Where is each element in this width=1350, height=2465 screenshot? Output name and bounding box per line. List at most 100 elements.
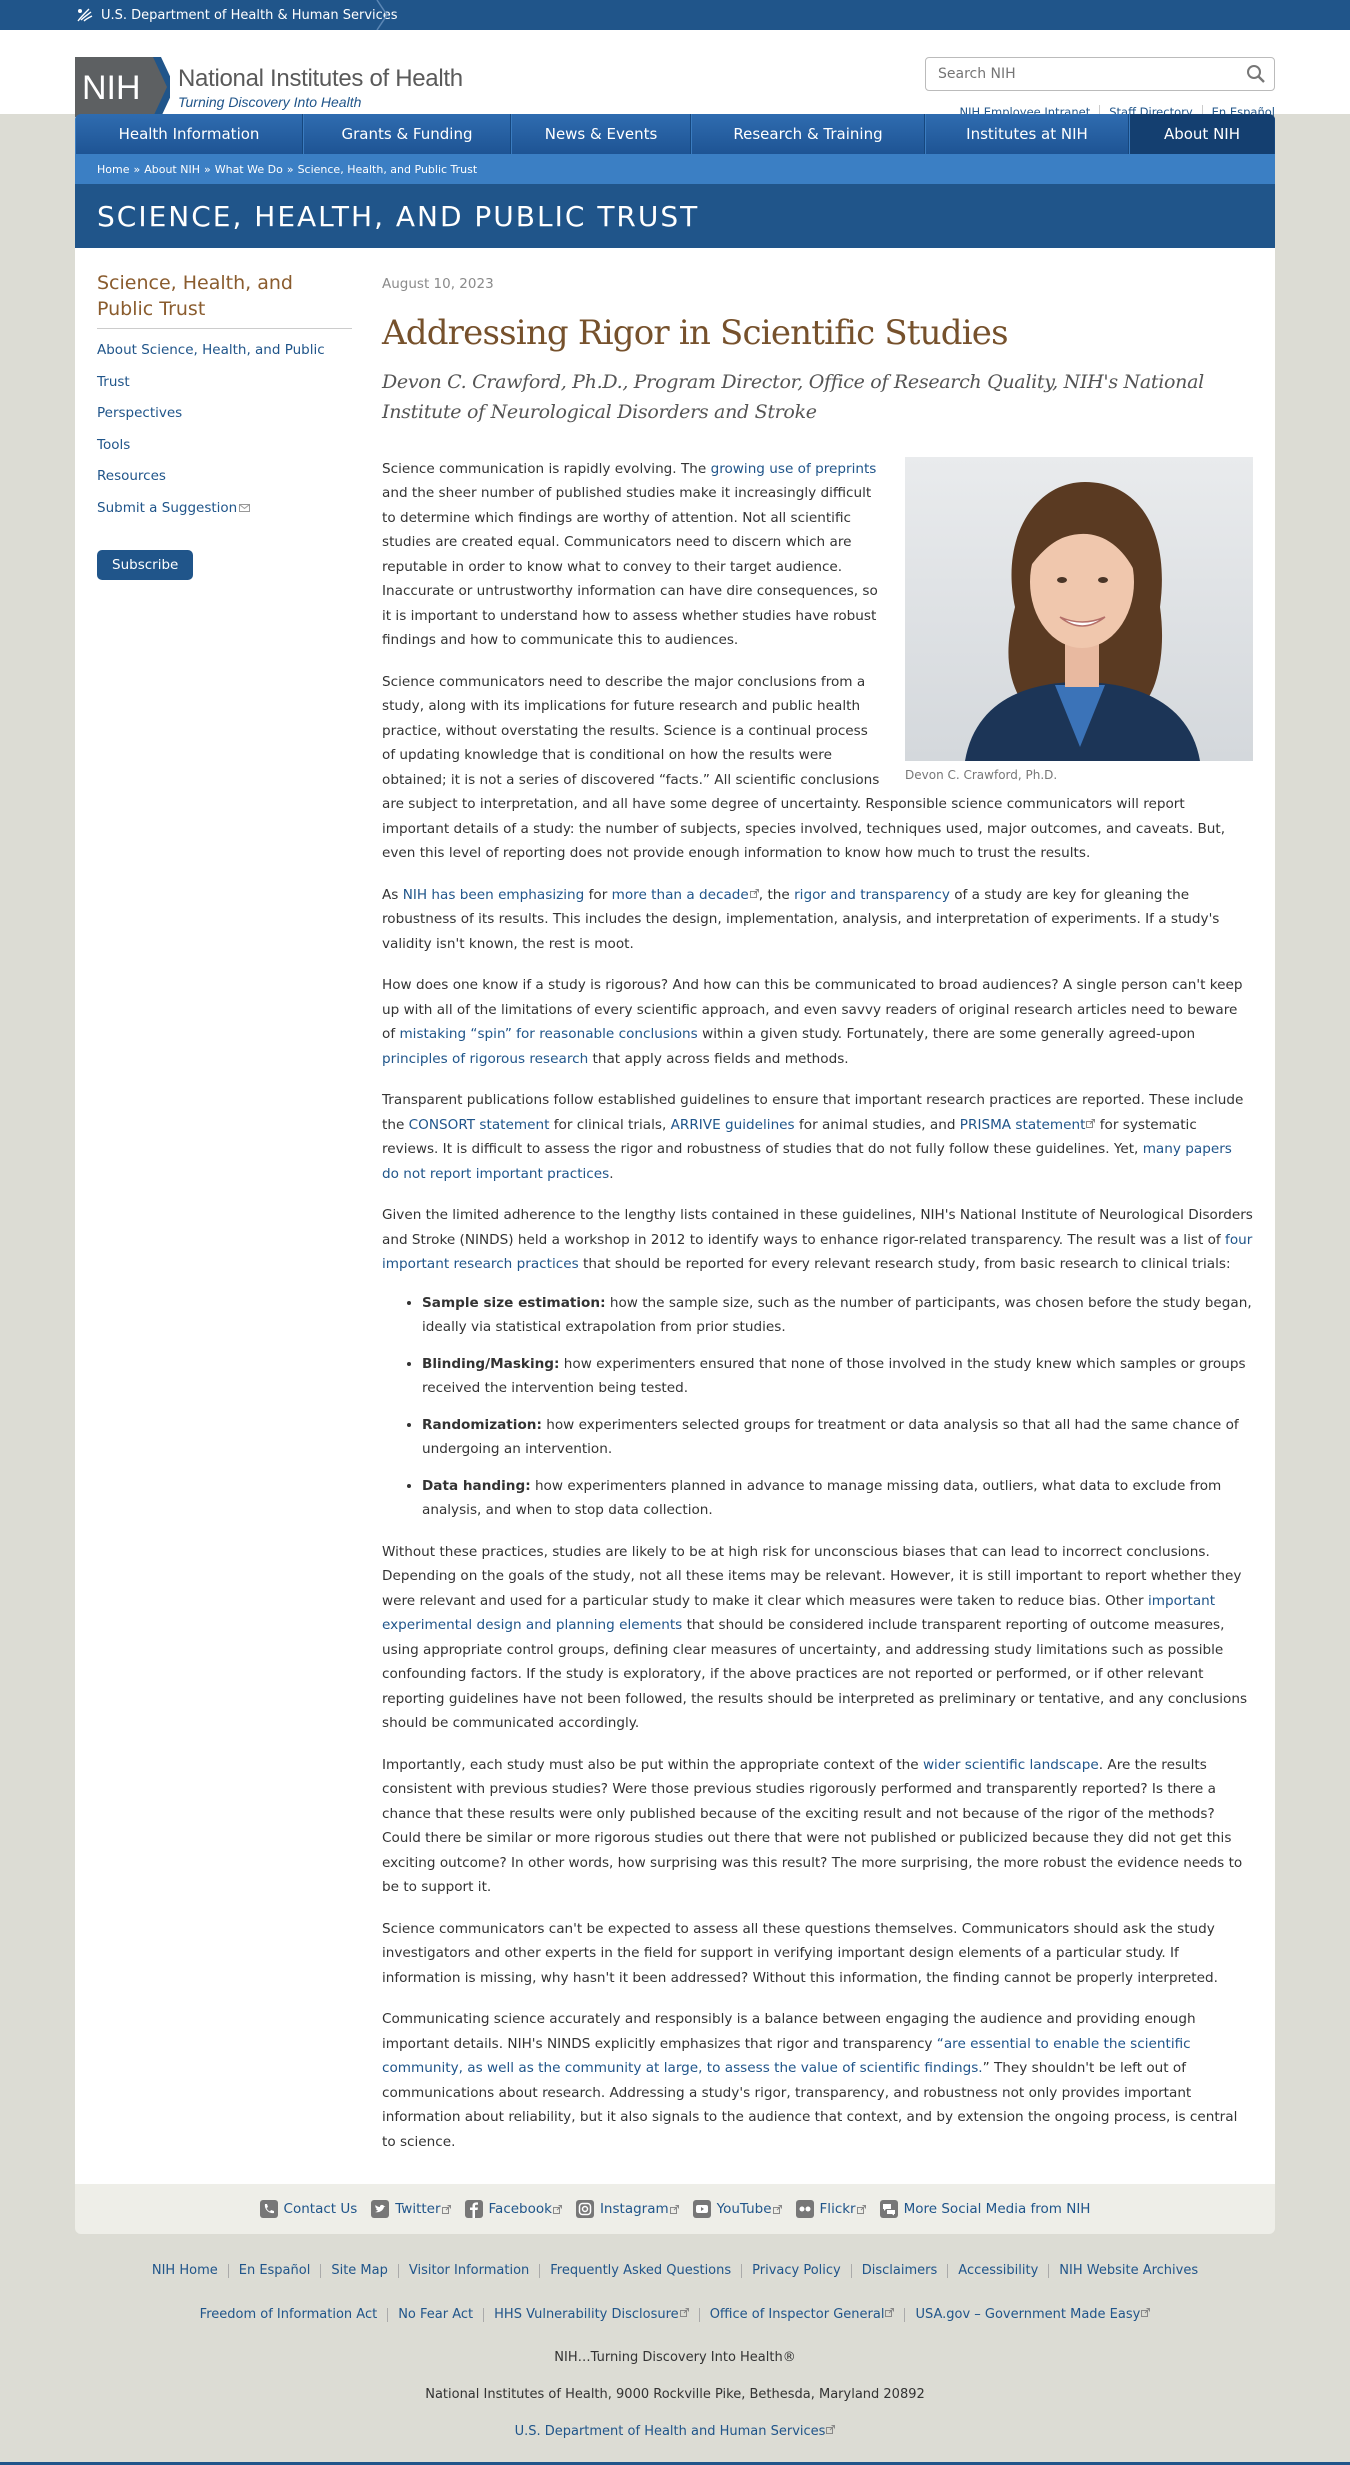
- nav-institutes[interactable]: Institutes at NIH: [925, 114, 1129, 154]
- hhs-eagle-icon: [77, 8, 93, 22]
- social-contact[interactable]: Contact Us: [259, 2200, 357, 2218]
- footer-site-map[interactable]: Site Map: [320, 2264, 398, 2278]
- search-icon[interactable]: [1246, 64, 1266, 84]
- social-more[interactable]: More Social Media from NIH: [879, 2200, 1090, 2218]
- subscribe-button[interactable]: Subscribe: [97, 550, 194, 580]
- footer-disclaimers[interactable]: Disclaimers: [850, 2264, 948, 2278]
- footer-nih-home[interactable]: NIH Home: [142, 2264, 228, 2278]
- external-link-icon: [669, 2204, 679, 2214]
- phone-icon: [259, 2200, 278, 2218]
- article-date: August 10, 2023: [382, 276, 494, 292]
- p3-text-a: As: [382, 886, 403, 903]
- link-principles-rigorous-research[interactable]: principles of rigorous research: [382, 1051, 588, 1067]
- nav-research-training[interactable]: Research & Training: [691, 114, 925, 154]
- sidebar-item-submit-label: Submit a Suggestion: [97, 499, 238, 516]
- social-flickr[interactable]: Flickr: [795, 2200, 866, 2218]
- footer-espanol[interactable]: En Español: [227, 2264, 321, 2278]
- practices-list: Sample size estimation: how the sample s…: [422, 1291, 1253, 1523]
- footer-foia[interactable]: Freedom of Information Act: [190, 2308, 388, 2322]
- breadcrumb: Home» About NIH» What We Do» Science, He…: [75, 154, 1275, 184]
- sidebar-item-about[interactable]: About Science, Health, and Public Trust: [97, 335, 352, 398]
- footer-oig[interactable]: Office of Inspector General: [698, 2308, 905, 2322]
- site-footer: NIH Home En Español Site Map Visitor Inf…: [0, 2264, 1350, 2440]
- link-nih-emphasizing[interactable]: NIH has been emphasizing: [403, 887, 585, 903]
- nav-about-nih[interactable]: About NIH: [1129, 114, 1275, 154]
- sidebar-item-resources[interactable]: Resources: [97, 461, 352, 493]
- list-item: Blinding/Masking: how experimenters ensu…: [422, 1352, 1253, 1401]
- p7-text-a: Without these practices, studies are lik…: [382, 1543, 1242, 1609]
- list-item: Sample size estimation: how the sample s…: [422, 1291, 1253, 1340]
- footer-hhs-vuln[interactable]: HHS Vulnerability Disclosure: [483, 2308, 699, 2322]
- footer-links-row-2: Freedom of Information Act No Fear Act H…: [0, 2308, 1350, 2322]
- social-youtube[interactable]: YouTube: [692, 2200, 782, 2218]
- paragraph-7: Without these practices, studies are lik…: [382, 1540, 1253, 1736]
- list-item: Data handing: how experimenters planned …: [422, 1474, 1253, 1523]
- link-rigor-transparency[interactable]: rigor and transparency: [794, 887, 950, 903]
- p8-text-a: Importantly, each study must also be put…: [382, 1756, 923, 1773]
- sidebar-item-perspectives[interactable]: Perspectives: [97, 398, 352, 430]
- external-link-icon: [441, 2204, 451, 2214]
- nav-health-information[interactable]: Health Information: [75, 114, 303, 154]
- search-input[interactable]: [926, 58, 1226, 90]
- paragraph-1: Devon C. Crawford, Ph.D. Science communi…: [382, 456, 1253, 782]
- nav-grants-funding[interactable]: Grants & Funding: [303, 114, 511, 154]
- sidebar-item-tools[interactable]: Tools: [97, 430, 352, 462]
- content-area: Science, Health, and Public Trust About …: [75, 248, 1275, 2184]
- facebook-icon: [464, 2200, 483, 2218]
- article: August 10, 2023 Addressing Rigor in Scie…: [382, 270, 1253, 2154]
- hhs-link[interactable]: U.S. Department of Health & Human Servic…: [101, 8, 398, 23]
- link-arrive[interactable]: ARRIVE guidelines: [671, 1117, 795, 1133]
- social-instagram-label: Instagram: [599, 2201, 669, 2217]
- breadcrumb-about[interactable]: About NIH: [144, 163, 200, 176]
- footer-faq[interactable]: Frequently Asked Questions: [539, 2264, 741, 2278]
- external-link-icon: [856, 2204, 866, 2214]
- p8-text-b: . Are the results consistent with previo…: [382, 1756, 1243, 1896]
- article-byline: Devon C. Crawford, Ph.D., Program Direct…: [382, 370, 1204, 423]
- link-prisma[interactable]: PRISMA statement: [960, 1117, 1096, 1133]
- practice-desc: how experimenters planned in advance to …: [422, 1477, 1222, 1519]
- link-growing-use-preprints[interactable]: growing use of preprints: [711, 461, 877, 477]
- p4-text-c: that apply across fields and methods.: [588, 1050, 849, 1067]
- footer-hhs-link[interactable]: U.S. Department of Health and Human Serv…: [515, 2424, 836, 2439]
- p6-text-b: that should be reported for every releva…: [578, 1256, 1231, 1272]
- footer-visitor-info[interactable]: Visitor Information: [397, 2264, 539, 2278]
- nih-badge-icon: NIH: [75, 57, 170, 117]
- social-twitter[interactable]: Twitter: [371, 2200, 451, 2218]
- author-figure: Devon C. Crawford, Ph.D.: [905, 456, 1253, 788]
- link-wider-landscape[interactable]: wider scientific landscape: [923, 1757, 1099, 1773]
- social-facebook[interactable]: Facebook: [464, 2200, 562, 2218]
- link-consort[interactable]: CONSORT statement: [409, 1117, 550, 1133]
- footer-archives[interactable]: NIH Website Archives: [1048, 2264, 1208, 2278]
- search-box: [925, 57, 1275, 91]
- photo-caption: Devon C. Crawford, Ph.D.: [905, 767, 1058, 782]
- social-bar: Contact Us Twitter Facebook Instagram Yo…: [75, 2184, 1275, 2234]
- author-photo: [905, 456, 1253, 761]
- footer-no-fear[interactable]: No Fear Act: [387, 2308, 483, 2322]
- external-link-icon: [826, 2425, 836, 2434]
- article-title: Addressing Rigor in Scientific Studies: [382, 312, 1009, 353]
- link-prisma-label: PRISMA statement: [959, 1116, 1086, 1133]
- footer-accessibility[interactable]: Accessibility: [947, 2264, 1048, 2278]
- footer-usa-gov[interactable]: USA.gov – Government Made Easy: [904, 2308, 1160, 2322]
- paragraph-3: As NIH has been emphasizing for more tha…: [382, 883, 1253, 957]
- breadcrumb-home[interactable]: Home: [97, 163, 129, 176]
- p3-text-b: for: [584, 886, 612, 903]
- sidebar-item-submit[interactable]: Submit a Suggestion: [97, 493, 352, 525]
- breadcrumb-current: Science, Health, and Public Trust: [297, 162, 478, 176]
- social-instagram[interactable]: Instagram: [575, 2200, 679, 2218]
- paragraph-5: Transparent publications follow establis…: [382, 1088, 1253, 1186]
- nih-badge-text: NIH: [82, 69, 141, 107]
- nav-news-events[interactable]: News & Events: [511, 114, 691, 154]
- link-more-than-decade[interactable]: more than a decade: [612, 887, 759, 903]
- hhs-arrow-divider: [376, 0, 388, 30]
- breadcrumb-what-we-do[interactable]: What We Do: [215, 163, 283, 176]
- p4-text-b: within a given study. Fortunately, there…: [697, 1026, 1196, 1042]
- nih-tagline: Turning Discovery Into Health: [178, 93, 362, 110]
- footer-address: National Institutes of Health, 9000 Rock…: [425, 2387, 925, 2402]
- footer-hhs: U.S. Department of Health and Human Serv…: [0, 2424, 1350, 2439]
- footer-links-row-1: NIH Home En Español Site Map Visitor Inf…: [0, 2264, 1350, 2278]
- footer-privacy[interactable]: Privacy Policy: [741, 2264, 851, 2278]
- p5-text-c: for animal studies, and: [794, 1116, 960, 1133]
- nih-logo[interactable]: NIH National Institutes of Health Turnin…: [75, 57, 463, 117]
- link-mistaking-spin[interactable]: mistaking “spin” for reasonable conclusi…: [399, 1026, 697, 1042]
